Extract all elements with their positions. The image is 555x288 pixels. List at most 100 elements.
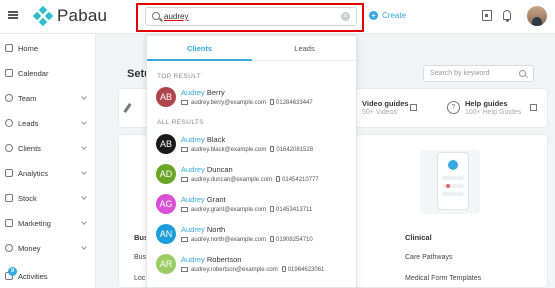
client-first-name: Audrey	[181, 88, 205, 97]
setup-search-input[interactable]: Search by keyword	[423, 65, 534, 82]
care-pathways-link[interactable]: Care Pathways	[405, 254, 452, 261]
business-link[interactable]: Bus	[134, 254, 146, 261]
external-link-icon[interactable]	[410, 104, 417, 111]
client-contact: audrey.berry@example.com 01284633447	[181, 99, 313, 106]
client-email: audrey.grant@example.com	[191, 207, 267, 213]
top-result-label: TOP RESULT	[157, 73, 202, 80]
stock-icon	[5, 194, 13, 202]
sidebar-item-stock[interactable]: Stock	[0, 186, 96, 210]
client-first-name: Audrey	[181, 165, 205, 174]
result-item[interactable]: AB Audrey Black audrey.black@example.com…	[147, 131, 356, 161]
result-item[interactable]: AN Audrey North audrey.north@example.com…	[147, 221, 356, 251]
sidebar-item-analytics[interactable]: Analytics	[0, 161, 96, 185]
chevron-down-icon	[81, 94, 87, 100]
clients-icon	[5, 144, 13, 152]
sidebar-item-home[interactable]: Home	[0, 36, 96, 60]
sidebar: Home Calendar Team Leads Clients Analyti…	[0, 34, 96, 288]
client-contact: audrey.robertson@example.com 01964623061	[181, 266, 324, 273]
client-phone: 01964623061	[287, 267, 325, 273]
video-guides-title[interactable]: Video guides	[362, 99, 409, 108]
phone-icon	[281, 266, 286, 272]
sidebar-item-money[interactable]: Money	[0, 236, 96, 260]
activities-badge: 9	[8, 267, 17, 276]
illustration-dot	[448, 160, 458, 170]
sidebar-item-leads[interactable]: Leads	[0, 111, 96, 135]
bell-icon[interactable]	[503, 10, 511, 22]
chevron-down-icon	[81, 219, 87, 225]
chevron-down-icon	[81, 194, 87, 200]
search-highlight-box	[136, 3, 364, 32]
client-email: audrey.north@example.com	[191, 237, 267, 243]
sidebar-item-label: Clients	[18, 143, 41, 153]
client-last-name: North	[206, 225, 226, 234]
client-first-name: Audrey	[181, 135, 205, 144]
client-last-name: Black	[206, 135, 226, 144]
result-item[interactable]: AR Audrey Robertson audrey.robertson@exa…	[147, 251, 356, 281]
analytics-icon	[5, 169, 13, 177]
client-phone: 01453413711	[276, 207, 313, 213]
client-phone: 01642081528	[276, 147, 314, 153]
top-result-item[interactable]: AB Audrey Berry audrey.berry@example.com…	[147, 84, 356, 114]
sidebar-item-label: Analytics	[18, 168, 49, 178]
chevron-down-icon	[81, 169, 87, 175]
client-name: Audrey Duncan	[181, 165, 233, 174]
illustration-dot-red	[446, 184, 450, 188]
tab-leads[interactable]: Leads	[252, 36, 356, 61]
sidebar-item-clients[interactable]: Clients	[0, 136, 96, 160]
client-email: audrey.duncan@example.com	[191, 177, 273, 183]
help-icon: ?	[447, 101, 460, 114]
client-contact: audrey.grant@example.com 01453413711	[181, 206, 312, 213]
email-icon	[181, 207, 188, 212]
client-name: Audrey Berry	[181, 88, 225, 97]
external-link-icon[interactable]	[530, 104, 537, 111]
result-item[interactable]: AD Audrey Duncan audrey.duncan@example.c…	[147, 161, 356, 191]
home-icon	[5, 44, 13, 52]
client-last-name: Grant	[206, 195, 226, 204]
chevron-down-icon	[81, 144, 87, 150]
money-icon	[5, 244, 13, 252]
menu-icon[interactable]	[8, 11, 18, 19]
client-avatar: AG	[156, 194, 176, 214]
client-avatar: AR	[156, 254, 176, 274]
sidebar-item-label: Marketing	[18, 218, 51, 228]
client-avatar: AB	[156, 134, 176, 154]
brand-name: Pabau	[57, 6, 108, 25]
client-first-name: Audrey	[181, 195, 205, 204]
sidebar-item-label: Leads	[18, 118, 39, 128]
video-guides-subtitle: 50+ Videos	[362, 109, 398, 116]
email-icon	[181, 177, 188, 182]
client-name: Audrey Robertson	[181, 255, 241, 264]
sidebar-item-calendar[interactable]: Calendar	[0, 61, 96, 85]
user-avatar[interactable]	[527, 6, 547, 26]
logo[interactable]: Pabau	[32, 5, 108, 27]
search-results-dropdown: Clients Leads TOP RESULT AB Audrey Berry…	[146, 35, 357, 288]
calendar-icon[interactable]	[482, 10, 492, 21]
tab-clients[interactable]: Clients	[147, 36, 252, 61]
sidebar-item-label: Calendar	[18, 68, 49, 78]
phone-icon	[270, 206, 275, 212]
plus-icon: +	[369, 11, 378, 20]
client-last-name: Duncan	[206, 165, 233, 174]
sidebar-item-marketing[interactable]: Marketing	[0, 211, 96, 235]
client-name: Audrey Black	[181, 135, 225, 144]
phone-icon	[270, 236, 275, 242]
sidebar-item-label: Activities	[18, 271, 48, 281]
client-last-name: Berry	[206, 88, 225, 97]
medical-form-templates-link[interactable]: Medical Form Templates	[405, 275, 481, 282]
help-guides-title[interactable]: Help guides	[465, 99, 508, 108]
client-contact: audrey.duncan@example.com 01454210777	[181, 176, 319, 183]
locations-link[interactable]: Loc	[134, 275, 145, 282]
setup-search-placeholder: Search by keyword	[430, 70, 490, 77]
create-label: Create	[382, 11, 407, 20]
client-contact: audrey.black@example.com 01642081528	[181, 146, 313, 153]
sidebar-item-team[interactable]: Team	[0, 86, 96, 110]
result-item[interactable]: AG Audrey Grant audrey.grant@example.com…	[147, 191, 356, 221]
help-guides-subtitle: 100+ Help Guides	[465, 109, 522, 116]
client-avatar: AN	[156, 224, 176, 244]
client-avatar: AD	[156, 164, 176, 184]
client-first-name: Audrey	[181, 225, 205, 234]
email-icon	[181, 237, 188, 242]
create-button[interactable]: + Create	[369, 11, 406, 20]
phone-icon	[276, 176, 281, 182]
illustration-row	[442, 192, 464, 196]
